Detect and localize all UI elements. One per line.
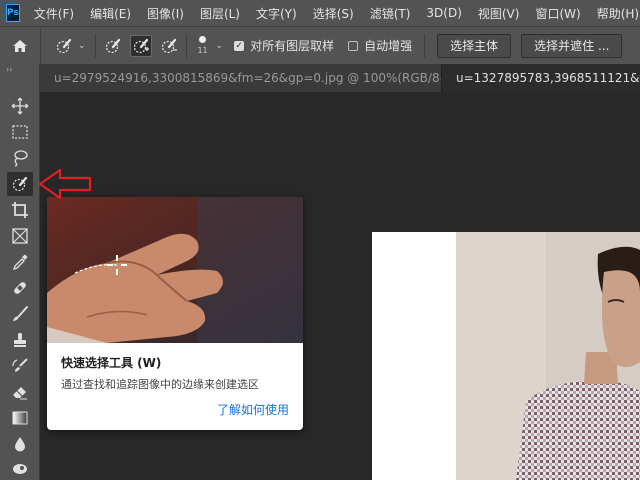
menu-help[interactable]: 帮助(H) — [589, 5, 640, 22]
eraser-icon — [13, 387, 27, 400]
options-bar: ⌄ 11 ⌄ 对所有图层取样 自动增强 选择主体 选择并遮住 ... — [0, 26, 640, 64]
subtract-from-selection-button[interactable] — [158, 35, 180, 57]
menu-image[interactable]: 图像(I) — [139, 5, 192, 22]
brush-size-value: 11 — [197, 46, 208, 55]
eraser-tool[interactable] — [7, 380, 33, 404]
gradient-icon — [12, 411, 28, 425]
divider — [185, 33, 187, 58]
menu-window[interactable]: 窗口(W) — [527, 5, 588, 22]
tool-preset-picker[interactable] — [53, 35, 75, 57]
document-photo[interactable] — [456, 232, 640, 480]
menu-select[interactable]: 选择(S) — [305, 5, 362, 22]
divider — [424, 33, 426, 58]
marquee-tool[interactable] — [7, 120, 33, 144]
subtract-from-selection-icon — [161, 38, 177, 53]
rectangular-marquee-icon — [12, 125, 28, 139]
annotation-arrow-icon — [38, 168, 92, 200]
new-selection-button[interactable] — [102, 35, 124, 57]
home-button[interactable] — [0, 27, 41, 64]
bandage-icon — [14, 282, 26, 294]
menu-type[interactable]: 文字(Y) — [248, 5, 305, 22]
brush-size-picker[interactable]: 11 — [193, 31, 213, 61]
crop-icon — [12, 202, 28, 218]
menu-edit[interactable]: 编辑(E) — [82, 5, 139, 22]
menu-layer[interactable]: 图层(L) — [192, 5, 248, 22]
move-icon — [11, 97, 29, 115]
photoshop-logo: Ps — [6, 4, 20, 22]
chevron-down-icon[interactable]: ⌄ — [78, 41, 86, 51]
frame-tool[interactable] — [7, 224, 33, 248]
healing-brush-tool[interactable] — [7, 276, 33, 300]
tools-panel: ›› — [0, 64, 40, 480]
stamp-icon — [14, 333, 26, 347]
menu-view[interactable]: 视图(V) — [470, 5, 528, 22]
tab-document-2[interactable]: u=1327895783,3968511121&fm=26 — [441, 64, 640, 92]
sample-all-layers-label: 对所有图层取样 — [250, 39, 335, 53]
dodge-tool[interactable] — [7, 456, 33, 480]
quick-selection-tool[interactable] — [7, 172, 33, 196]
learn-how-link[interactable]: 了解如何使用 — [217, 401, 289, 418]
document-canvas-white[interactable] — [372, 232, 456, 480]
brush-icon — [13, 306, 28, 321]
tab-title: u=2979524916,3300815869&fm=26&gp=0.jpg @… — [54, 71, 441, 85]
blur-tool[interactable] — [7, 432, 33, 456]
dodge-icon — [13, 464, 27, 474]
tool-tooltip: 快速选择工具 (W) 通过查找和追踪图像中的边缘来创建选区 了解如何使用 — [47, 197, 303, 430]
brush-tip-icon — [199, 36, 207, 43]
quick-selection-icon — [12, 176, 28, 192]
crop-tool[interactable] — [7, 198, 33, 222]
lasso-tool[interactable] — [7, 146, 33, 170]
select-subject-button[interactable]: 选择主体 — [437, 33, 512, 58]
chevron-down-icon[interactable]: ⌄ — [216, 41, 224, 51]
sample-all-layers-checkbox[interactable] — [234, 40, 245, 51]
auto-enhance-label: 自动增强 — [364, 39, 413, 53]
portrait-photo — [456, 232, 640, 480]
quick-selection-icon — [56, 38, 72, 53]
tooltip-title: 快速选择工具 (W) — [61, 356, 162, 370]
tooltip-preview-image — [47, 197, 303, 343]
clone-stamp-tool[interactable] — [7, 328, 33, 352]
lasso-icon — [14, 150, 28, 167]
add-to-selection-button[interactable] — [129, 34, 152, 57]
frame-icon — [12, 228, 28, 244]
menu-filter[interactable]: 滤镜(T) — [362, 5, 419, 22]
history-brush-icon — [12, 358, 28, 372]
move-tool[interactable] — [7, 94, 33, 118]
blur-drop-icon — [15, 437, 25, 452]
menu-bar: Ps 文件(F) 编辑(E) 图像(I) 图层(L) 文字(Y) 选择(S) 滤… — [0, 0, 640, 26]
home-icon — [13, 39, 27, 52]
history-brush-tool[interactable] — [7, 354, 33, 378]
gradient-tool[interactable] — [7, 406, 33, 430]
auto-enhance-checkbox[interactable] — [348, 40, 359, 51]
tab-document-1[interactable]: u=2979524916,3300815869&fm=26&gp=0.jpg @… — [40, 64, 441, 92]
eyedropper-icon — [12, 254, 28, 271]
menu-file[interactable]: 文件(F) — [28, 5, 82, 22]
document-tabs: u=2979524916,3300815869&fm=26&gp=0.jpg @… — [40, 64, 640, 92]
tab-title: u=1327895783,3968511121&fm=26 — [456, 71, 640, 85]
divider — [94, 33, 96, 58]
eyedropper-tool[interactable] — [7, 250, 33, 274]
brush-tool[interactable] — [7, 302, 33, 326]
tooltip-description: 通过查找和追踪图像中的边缘来创建选区 — [61, 378, 259, 391]
select-and-mask-button[interactable]: 选择并遮住 ... — [521, 33, 623, 58]
add-to-selection-icon — [133, 38, 149, 53]
collapse-grip[interactable]: ›› — [0, 64, 39, 76]
menu-3d[interactable]: 3D(D) — [418, 6, 469, 20]
new-selection-icon — [105, 38, 120, 53]
